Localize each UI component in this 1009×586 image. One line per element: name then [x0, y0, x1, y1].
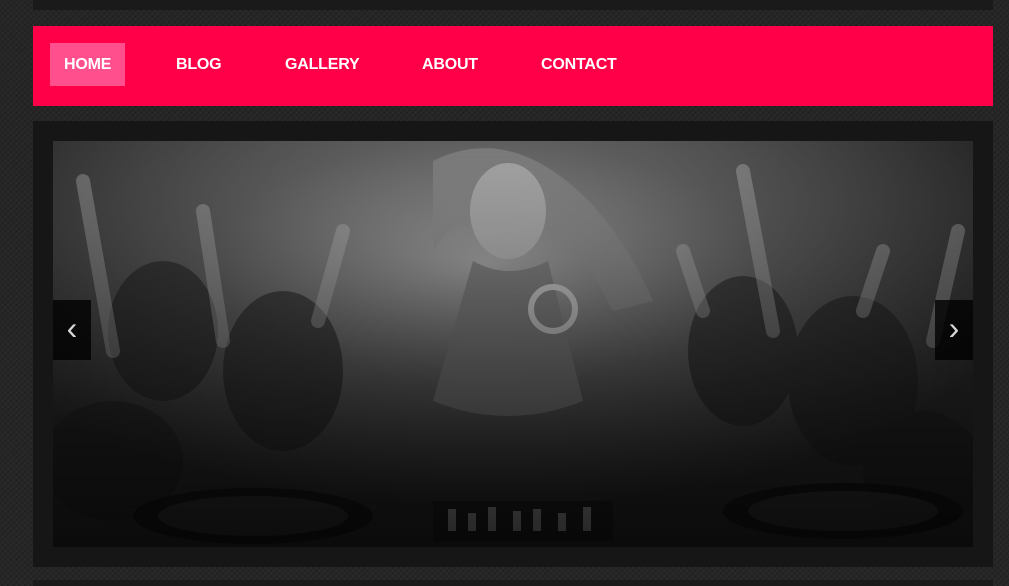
top-strip [33, 0, 993, 10]
slider-next-button[interactable]: › [935, 300, 973, 360]
slider-prev-button[interactable]: ‹ [53, 300, 91, 360]
nav-item-about[interactable]: ABOUT [422, 43, 478, 86]
content-panel: ‹ › [33, 121, 993, 567]
nav-item-contact[interactable]: CONTACT [541, 43, 617, 86]
chevron-left-icon: ‹ [66, 310, 78, 346]
chevron-right-icon: › [948, 310, 960, 346]
nav-item-blog[interactable]: BLOG [176, 43, 222, 86]
image-slider: ‹ › [53, 141, 973, 547]
nav-item-home[interactable]: HOME [50, 43, 126, 86]
main-navigation: HOME BLOG GALLERY ABOUT CONTACT [33, 26, 993, 106]
slide-image [53, 141, 973, 547]
bottom-strip [33, 580, 993, 586]
nav-item-gallery[interactable]: GALLERY [285, 43, 360, 86]
